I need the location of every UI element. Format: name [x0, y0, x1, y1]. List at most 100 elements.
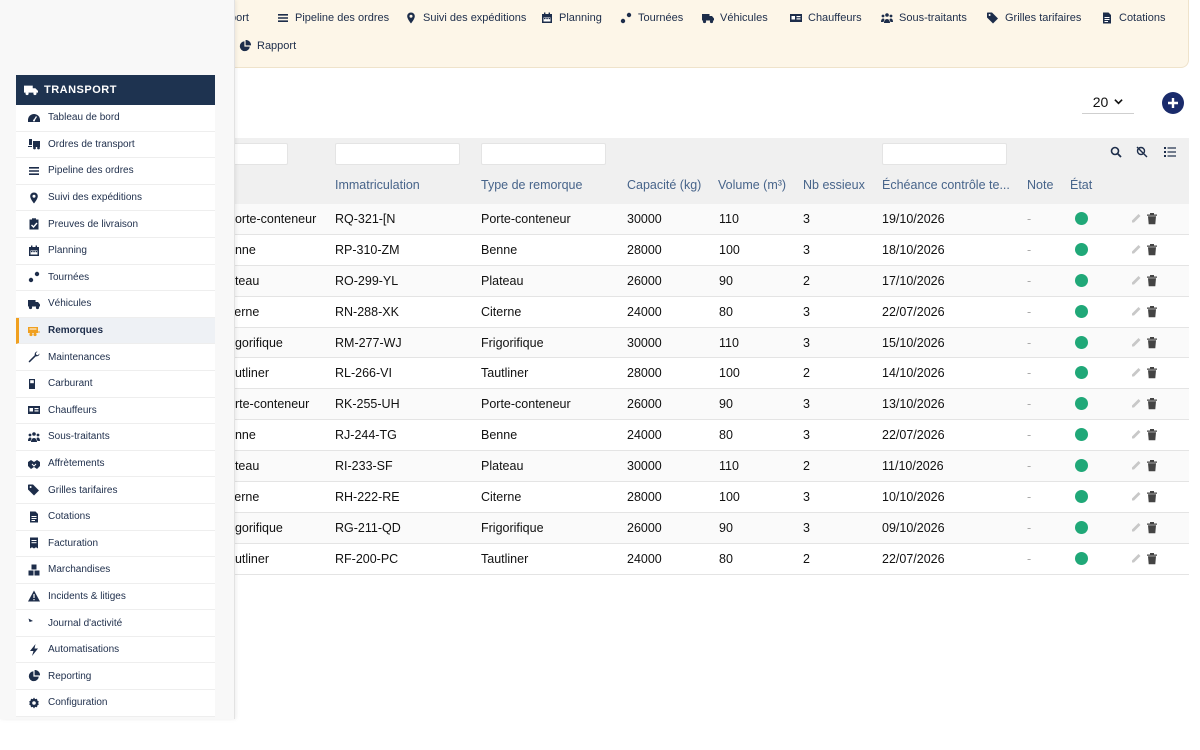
- truck-icon: [702, 14, 714, 24]
- add-button[interactable]: [1162, 92, 1184, 114]
- truck-icon: [24, 85, 38, 96]
- sidebar-item[interactable]: Facturation: [16, 531, 215, 558]
- sidebar-item[interactable]: Carburant: [16, 371, 215, 398]
- row-actions: [1130, 490, 1158, 503]
- sidebar-item[interactable]: Planning: [16, 238, 215, 265]
- cell-essieux: 3: [803, 397, 810, 412]
- cell-capacite: 30000: [627, 335, 662, 350]
- cell-volume: 80: [719, 551, 733, 566]
- top-nav-item[interactable]: Véhicules: [702, 12, 768, 24]
- pencil-icon[interactable]: [1130, 366, 1142, 379]
- top-nav-item[interactable]: Cotations: [1101, 12, 1165, 24]
- sidebar-item-label: Configuration: [48, 697, 108, 709]
- trash-icon[interactable]: [1146, 212, 1158, 225]
- sidebar-item[interactable]: Chauffeurs: [16, 398, 215, 425]
- trash-icon[interactable]: [1146, 490, 1158, 503]
- cell-volume: 80: [719, 428, 733, 443]
- trash-icon[interactable]: [1146, 274, 1158, 287]
- bolt-icon: [30, 643, 38, 656]
- top-nav-item[interactable]: Sous-traitants: [881, 12, 967, 24]
- top-nav-item[interactable]: Pipeline des ordres: [277, 12, 389, 24]
- cell-immat: RN-288-XK: [335, 304, 399, 319]
- pencil-icon[interactable]: [1130, 490, 1142, 503]
- trash-icon[interactable]: [1146, 243, 1158, 256]
- top-nav-item[interactable]: Planning: [541, 12, 602, 24]
- pencil-icon[interactable]: [1130, 459, 1142, 472]
- pencil-icon[interactable]: [1130, 274, 1142, 287]
- cell-echeance: 18/10/2026: [882, 242, 945, 257]
- header-nb-essieux[interactable]: Nb essieux: [803, 178, 865, 192]
- filter-type-remorque[interactable]: [481, 143, 606, 165]
- filter-immatriculation[interactable]: [335, 143, 460, 165]
- sidebar-item-label: Reporting: [48, 670, 92, 682]
- trash-icon[interactable]: [1146, 521, 1158, 534]
- search-icon[interactable]: [1110, 146, 1122, 158]
- sidebar-item[interactable]: Grilles tarifaires: [16, 477, 215, 504]
- column-list-icon[interactable]: [1164, 146, 1176, 158]
- sidebar-item[interactable]: Véhicules: [16, 291, 215, 318]
- pencil-icon[interactable]: [1130, 428, 1142, 441]
- sidebar-item[interactable]: Tableau de bord: [16, 105, 215, 132]
- trash-icon[interactable]: [1146, 305, 1158, 318]
- sidebar-item[interactable]: Suivi des expéditions: [16, 185, 215, 212]
- sidebar-item-label: Sous-traitants: [48, 431, 110, 443]
- cell-essieux: 3: [803, 520, 810, 535]
- sidebar-item[interactable]: Preuves de livraison: [16, 211, 215, 238]
- trash-icon[interactable]: [1146, 397, 1158, 410]
- cell-type_cut: porte-conteneur: [228, 212, 317, 226]
- row-actions: [1130, 552, 1158, 565]
- pencil-icon[interactable]: [1130, 212, 1142, 225]
- sidebar-item[interactable]: Configuration: [16, 690, 215, 717]
- sidebar-item[interactable]: Pipeline des ordres: [16, 158, 215, 185]
- sidebar-item[interactable]: Incidents & litiges: [16, 584, 215, 611]
- top-nav-item[interactable]: Rapport: [239, 40, 296, 52]
- pencil-icon[interactable]: [1130, 552, 1142, 565]
- cell-immat: RQ-321-[N: [335, 212, 396, 226]
- wrench-icon: [28, 351, 40, 363]
- menu-list: Tableau de bord Ordres de transport Pipeli…: [16, 105, 215, 717]
- cell-immat: RL-266-VI: [335, 366, 392, 381]
- header-volume[interactable]: Volume (m³): [718, 178, 786, 192]
- pencil-icon[interactable]: [1130, 521, 1142, 534]
- sidebar-item[interactable]: Remorques: [16, 317, 215, 345]
- pencil-icon[interactable]: [1130, 397, 1142, 410]
- top-nav-item[interactable]: Chauffeurs: [790, 12, 862, 24]
- header-echeance[interactable]: Échéance contrôle te...: [882, 178, 1010, 192]
- sidebar-item[interactable]: Automatisations: [16, 637, 215, 664]
- sidebar-item[interactable]: Affrètements: [16, 451, 215, 478]
- status-dot: [1075, 428, 1088, 442]
- trash-icon[interactable]: [1146, 366, 1158, 379]
- sidebar-item[interactable]: Maintenances: [16, 344, 215, 371]
- trash-icon[interactable]: [1146, 552, 1158, 565]
- top-nav-item[interactable]: Suivi des expéditions: [405, 12, 526, 24]
- pencil-icon[interactable]: [1130, 305, 1142, 318]
- trash-icon[interactable]: [1146, 428, 1158, 441]
- sidebar-item[interactable]: Cotations: [16, 504, 215, 531]
- filter-echeance[interactable]: [882, 143, 1007, 165]
- header-type-remorque[interactable]: Type de remorque: [481, 178, 582, 192]
- header-immatriculation[interactable]: Immatriculation: [335, 178, 420, 192]
- sidebar-item[interactable]: Ordres de transport: [16, 132, 215, 159]
- sidebar-item-label: Tableau de bord: [48, 112, 120, 124]
- filter-type-cut[interactable]: [228, 143, 288, 165]
- cell-capacite: 26000: [627, 397, 662, 412]
- trash-icon[interactable]: [1146, 336, 1158, 349]
- header-note[interactable]: Note: [1027, 178, 1053, 192]
- sidebar-item[interactable]: Marchandises: [16, 557, 215, 584]
- page-size-select[interactable]: 20: [1082, 90, 1134, 114]
- trash-icon[interactable]: [1146, 459, 1158, 472]
- header-capacite[interactable]: Capacité (kg): [627, 178, 701, 192]
- top-nav-item[interactable]: Grilles tarifaires: [987, 12, 1081, 24]
- clear-filter-icon[interactable]: [1136, 146, 1148, 158]
- pencil-icon[interactable]: [1130, 336, 1142, 349]
- sidebar-item[interactable]: Journal d'activité: [16, 610, 215, 637]
- sidebar-item[interactable]: Tournées: [16, 265, 215, 292]
- list-icon: [29, 166, 39, 175]
- top-nav-item[interactable]: Tournées: [620, 12, 683, 24]
- cell-note: -: [1027, 304, 1032, 319]
- sidebar-item[interactable]: Sous-traitants: [16, 424, 215, 451]
- cell-essieux: 3: [803, 490, 810, 505]
- sidebar-item[interactable]: Reporting: [16, 663, 215, 691]
- header-etat[interactable]: État: [1070, 178, 1092, 192]
- pencil-icon[interactable]: [1130, 243, 1142, 256]
